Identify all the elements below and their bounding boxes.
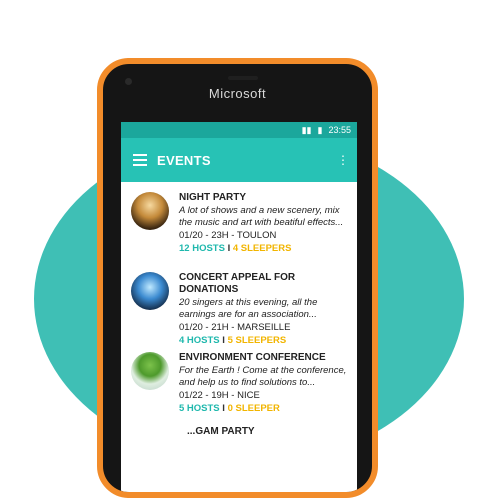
- signal-icon: ▮▮: [301, 124, 312, 135]
- menu-icon[interactable]: [133, 154, 147, 166]
- event-meta: 01/22 - 19H - NICE: [179, 390, 260, 401]
- event-item-partial[interactable]: ...GAM PARTY: [121, 426, 357, 437]
- event-title: ENVIRONMENT CONFERENCE: [179, 352, 326, 363]
- count-separator: I: [227, 243, 231, 254]
- status-bar: ▮▮ ▮ 23:55: [121, 122, 357, 138]
- event-counts: 5 HOSTS I 0 SLEEPER: [179, 403, 349, 415]
- hosts-count: 5 HOSTS: [179, 403, 220, 414]
- event-item-night-party[interactable]: NIGHT PARTY A lot of shows and a new sce…: [121, 182, 357, 262]
- sleepers-count: 0 SLEEPER: [227, 403, 280, 414]
- event-meta: 01/20 - 23H - TOULON: [179, 230, 277, 241]
- hosts-count: 4 HOSTS: [179, 335, 220, 346]
- event-description: 20 singers at this evening, all the earn…: [179, 297, 318, 320]
- sleepers-count: 5 SLEEPERS: [227, 335, 287, 346]
- events-list: NIGHT PARTY A lot of shows and a new sce…: [121, 182, 357, 437]
- event-content: NIGHT PARTY A lot of shows and a new sce…: [179, 192, 349, 262]
- event-content: ENVIRONMENT CONFERENCE For the Earth ! C…: [179, 352, 349, 422]
- overflow-menu-icon[interactable]: ⋮: [337, 153, 349, 167]
- app-bar: EVENTS ⋮: [121, 138, 357, 182]
- event-title: CONCERT APPEAL FOR DONATIONS: [179, 272, 296, 295]
- event-item-concert[interactable]: CONCERT APPEAL FOR DONATIONS 20 singers …: [121, 262, 357, 346]
- front-camera-icon: [125, 78, 132, 85]
- event-meta: 01/20 - 21H - MARSEILLE: [179, 322, 291, 333]
- environment-image: [131, 352, 169, 390]
- event-description: A lot of shows and a new scenery, mix th…: [179, 205, 344, 228]
- event-item-environment[interactable]: ENVIRONMENT CONFERENCE For the Earth ! C…: [121, 342, 357, 422]
- status-time: 23:55: [328, 125, 351, 135]
- count-separator: I: [222, 403, 225, 414]
- app-screen: ▮▮ ▮ 23:55 EVENTS ⋮ NIGHT PARTY A lot of…: [121, 122, 357, 492]
- event-counts: 4 HOSTS I 5 SLEEPERS: [179, 335, 349, 347]
- speaker-grille: [228, 76, 258, 80]
- sleepers-count: 4 SLEEPERS: [232, 243, 292, 254]
- event-content: CONCERT APPEAL FOR DONATIONS 20 singers …: [179, 272, 349, 346]
- phone-frame: Microsoft ▮▮ ▮ 23:55 EVENTS ⋮ NIGHT PART…: [97, 58, 378, 498]
- concert-image: [131, 272, 169, 310]
- event-counts: 12 HOSTS I 4 SLEEPERS: [179, 243, 349, 255]
- event-title: NIGHT PARTY: [179, 192, 247, 203]
- page-title: EVENTS: [157, 152, 211, 168]
- battery-icon: ▮: [317, 124, 323, 135]
- hosts-count: 12 HOSTS: [179, 243, 225, 254]
- event-description: For the Earth ! Come at the conference, …: [179, 365, 347, 388]
- count-separator: I: [222, 335, 225, 346]
- party-image: [131, 192, 169, 230]
- brand-label: Microsoft: [208, 86, 267, 101]
